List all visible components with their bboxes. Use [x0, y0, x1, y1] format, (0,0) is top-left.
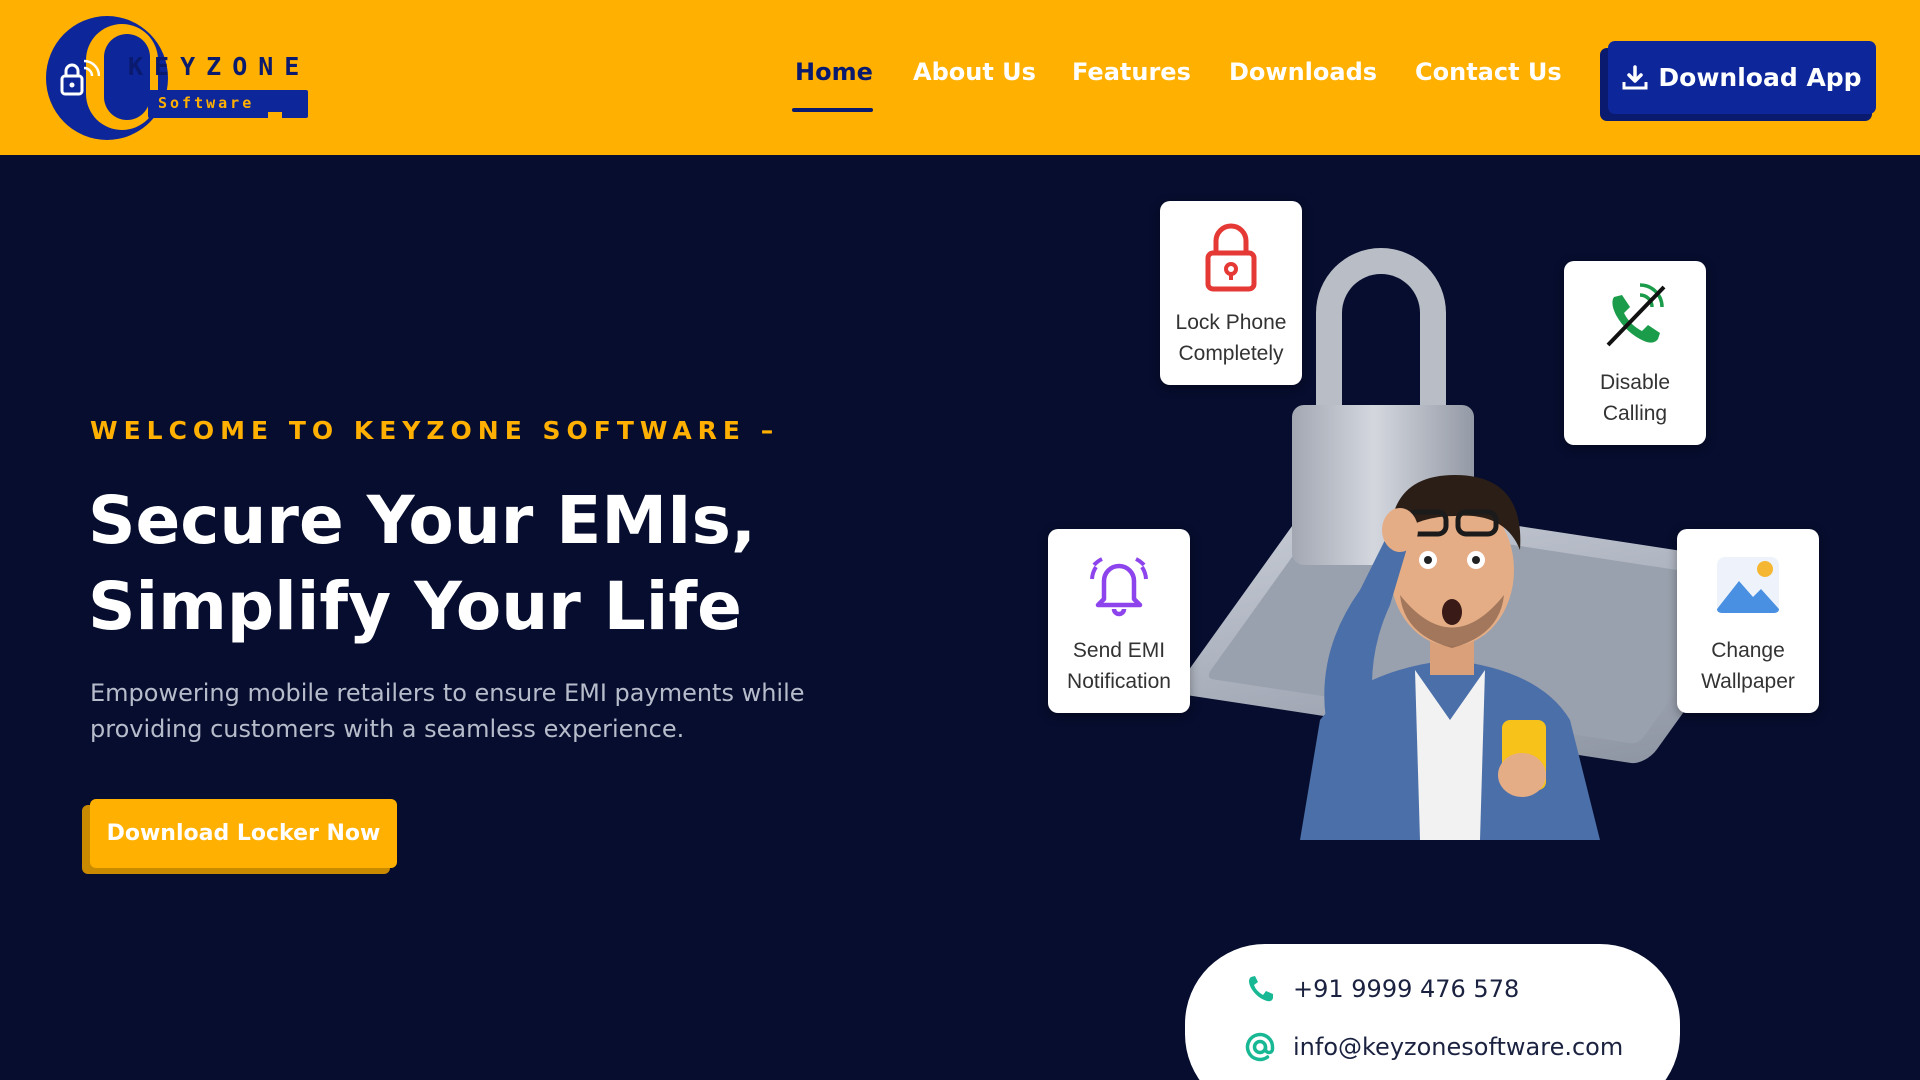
- phone-number: +91 9999 476 578: [1293, 975, 1520, 1003]
- feature-label-line2: Calling: [1602, 402, 1668, 425]
- email-address: info@keyzonesoftware.com: [1293, 1033, 1624, 1061]
- hero-description: Empowering mobile retailers to ensure EM…: [90, 679, 805, 743]
- feature-card-send-emi: Send EMI Notification: [1048, 529, 1190, 713]
- nav-features[interactable]: Features: [1072, 58, 1191, 86]
- download-locker-button[interactable]: Download Locker Now: [90, 799, 397, 868]
- download-app-label: Download App: [1658, 63, 1862, 92]
- site-header: KEYZONE Software Home About Us Features …: [0, 0, 1920, 155]
- phone-icon: [1249, 976, 1273, 1002]
- active-nav-indicator: [792, 108, 873, 112]
- contact-phone[interactable]: +91 9999 476 578: [1245, 974, 1519, 1004]
- image-icon: [1717, 557, 1779, 613]
- feature-card-lock-phone: Lock Phone Completely: [1160, 201, 1302, 385]
- logo-title: KEYZONE: [128, 52, 311, 81]
- feature-label-line1: Send EMI: [1072, 639, 1166, 662]
- headline-line-2: Simplify Your Life: [88, 568, 742, 645]
- feature-card-disable-calling: Disable Calling: [1564, 261, 1706, 445]
- phone-disabled-icon: [1606, 283, 1666, 347]
- feature-label-line1: Lock Phone: [1175, 311, 1287, 334]
- padlock-icon: [1205, 223, 1257, 292]
- feature-label-line1: Change: [1711, 639, 1785, 662]
- bell-icon: [1090, 557, 1148, 617]
- nav-about-us[interactable]: About Us: [913, 58, 1036, 86]
- logo-subtitle: Software: [158, 94, 255, 112]
- contact-email[interactable]: info@keyzonesoftware.com: [1245, 1032, 1623, 1062]
- feature-card-change-wallpaper: Change Wallpaper: [1677, 529, 1819, 713]
- logo-lock-wifi-icon: [60, 59, 100, 96]
- feature-label-line2: Wallpaper: [1701, 670, 1795, 693]
- at-sign-icon: [1245, 1032, 1275, 1062]
- nav-downloads[interactable]: Downloads: [1229, 58, 1377, 86]
- hero-eyebrow: WELCOME TO KEYZONE SOFTWARE –: [90, 416, 780, 445]
- feature-label-line2: Notification: [1067, 670, 1171, 693]
- nav-contact-us[interactable]: Contact Us: [1415, 58, 1562, 86]
- nav-home[interactable]: Home: [795, 58, 873, 86]
- download-app-button[interactable]: Download App: [1608, 41, 1876, 114]
- surprised-man-illustration: [1300, 475, 1600, 840]
- hero-illustration: Lock Phone Completely Disable Calling Se…: [1040, 190, 1840, 850]
- headline-line-1: Secure Your EMIs,: [88, 482, 756, 559]
- feature-label-line1: Disable: [1599, 371, 1671, 394]
- download-icon: [1622, 64, 1648, 89]
- keyzone-logo[interactable]: KEYZONE Software: [46, 14, 316, 142]
- feature-label-line2: Completely: [1178, 342, 1284, 365]
- hero-headline: Secure Your EMIs, Simplify Your Life: [88, 478, 848, 650]
- contact-info-card: +91 9999 476 578 info@keyzonesoftware.co…: [1185, 944, 1680, 1080]
